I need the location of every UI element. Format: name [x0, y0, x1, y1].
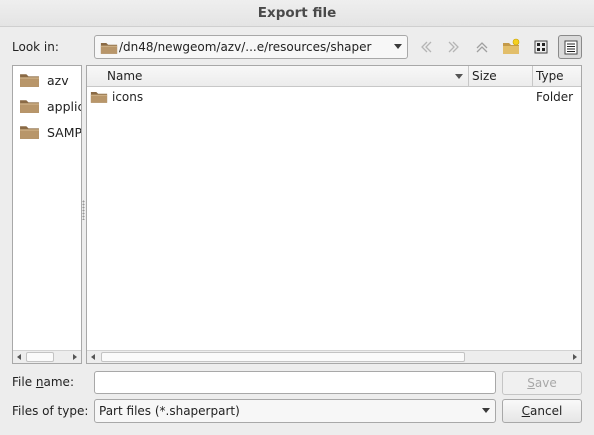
chevron-down-icon — [394, 44, 402, 49]
parent-directory-button[interactable] — [470, 35, 494, 59]
scroll-left-arrow-icon[interactable] — [87, 351, 100, 363]
chevron-down-icon — [482, 408, 490, 413]
file-type-cell: Folder — [536, 90, 574, 104]
folder-icon — [19, 97, 40, 114]
new-folder-button[interactable] — [499, 35, 523, 59]
files-of-type-value: Part files (*.shaperpart) — [99, 404, 240, 418]
sidebar-item-applic[interactable]: applic — [17, 95, 82, 117]
list-view-button[interactable] — [529, 35, 553, 59]
sort-descending-icon — [455, 74, 463, 79]
sidebar-item-label: applic — [47, 99, 82, 114]
window-title: Export file — [0, 0, 594, 27]
scroll-right-arrow-icon[interactable] — [68, 351, 81, 363]
table-row[interactable]: icons Folder — [87, 87, 581, 107]
column-header-label: Size — [472, 69, 497, 83]
look-in-path: /dn48/newgeom/azv/...e/resources/shaper — [119, 40, 372, 54]
column-header-label: Name — [107, 69, 143, 83]
look-in-label: Look in: — [12, 40, 59, 54]
column-header-name[interactable]: Name — [87, 66, 469, 86]
places-sidebar: azv applic SAMPI — [12, 65, 82, 364]
back-icon — [421, 41, 432, 53]
file-list-horizontal-scrollbar[interactable] — [87, 350, 581, 363]
folder-icon — [19, 123, 40, 140]
files-of-type-label: Files of type: — [12, 404, 89, 418]
files-of-type-combo[interactable]: Part files (*.shaperpart) — [94, 399, 496, 423]
detail-view-icon — [564, 40, 578, 55]
sidebar-horizontal-scrollbar[interactable] — [13, 350, 81, 363]
detail-view-button[interactable] — [558, 35, 582, 59]
file-name-label: File name: — [12, 375, 74, 389]
list-view-icon — [534, 40, 548, 54]
sidebar-item-sampi[interactable]: SAMPI — [17, 121, 82, 143]
parent-directory-icon — [476, 42, 488, 53]
look-in-combo[interactable]: /dn48/newgeom/azv/...e/resources/shaper — [94, 35, 408, 59]
file-list-header: Name Size Type — [87, 66, 581, 87]
file-list: Name Size Type icons Folder — [86, 65, 582, 364]
folder-icon — [90, 89, 108, 104]
save-button[interactable]: Save — [502, 371, 582, 395]
forward-icon — [448, 41, 459, 53]
sidebar-item-azv[interactable]: azv — [17, 69, 81, 91]
export-dialog: Export file Look in: /dn48/newgeom/azv/.… — [0, 0, 594, 435]
folder-icon — [19, 71, 40, 88]
file-name-cell: icons — [112, 90, 144, 104]
column-header-label: Type — [536, 69, 564, 83]
column-header-type[interactable]: Type — [533, 66, 581, 86]
sidebar-item-label: SAMPI — [47, 125, 82, 140]
scroll-left-arrow-icon[interactable] — [13, 351, 26, 363]
cancel-button[interactable]: Cancel — [502, 399, 582, 423]
back-button[interactable] — [414, 35, 438, 59]
file-name-input[interactable] — [94, 371, 496, 394]
scrollbar-thumb[interactable] — [101, 352, 465, 362]
splitter-handle[interactable] — [82, 200, 85, 220]
forward-button[interactable] — [442, 35, 466, 59]
sidebar-item-label: azv — [47, 73, 69, 88]
column-header-size[interactable]: Size — [469, 66, 533, 86]
scrollbar-thumb[interactable] — [26, 352, 54, 362]
new-folder-icon — [503, 38, 520, 54]
scroll-right-arrow-icon[interactable] — [568, 351, 581, 363]
folder-icon — [100, 40, 118, 55]
